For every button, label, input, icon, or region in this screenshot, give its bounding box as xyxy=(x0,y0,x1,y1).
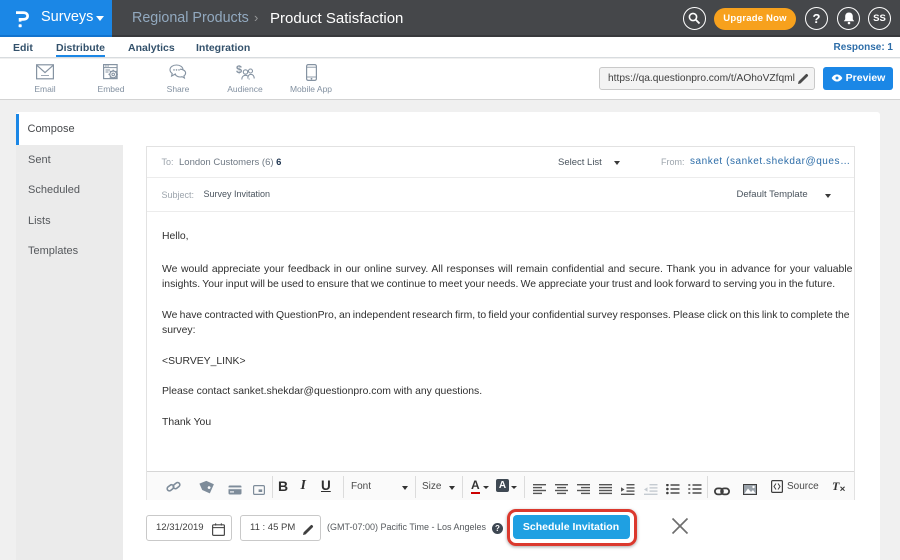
svg-text:$: $ xyxy=(236,64,242,76)
